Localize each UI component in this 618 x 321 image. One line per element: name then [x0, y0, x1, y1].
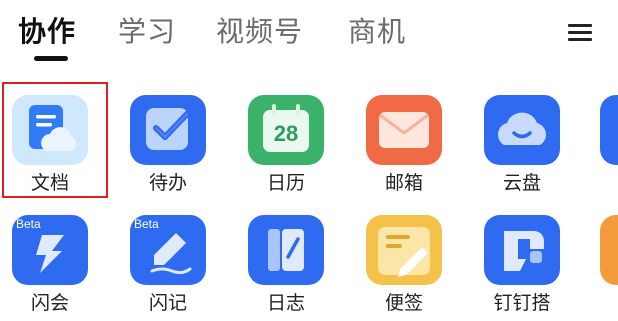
app-dingtalk-builder[interactable]: 钉钉搭 [472, 206, 572, 314]
app-label: 待办 [148, 172, 187, 194]
app-sticky-note[interactable]: 便签 [354, 206, 454, 314]
app-label: 文档 [30, 172, 69, 194]
document-icon [12, 95, 88, 165]
app-label: 邮箱 [384, 172, 423, 194]
app-label: 闪会 [30, 292, 69, 314]
sticky-note-icon [366, 215, 442, 285]
app-flash-note[interactable]: Beta 闪记 [118, 206, 218, 314]
app-flash-meeting[interactable]: Beta 闪会 [0, 206, 100, 314]
app-calendar[interactable]: 28 日历 [236, 86, 336, 194]
flash-meeting-icon: Beta [12, 215, 88, 285]
app-label: 闪记 [148, 292, 187, 314]
tab-business[interactable]: 商机 [348, 14, 406, 50]
app-label: 钉钉搭 [493, 292, 551, 314]
app-label: 便签 [384, 292, 423, 314]
app-mail[interactable]: 邮箱 [354, 86, 454, 194]
app-label: 云盘 [502, 172, 541, 194]
hamburger-menu-icon[interactable] [566, 20, 594, 44]
app-cloud-drive[interactable]: 云盘 [472, 86, 572, 194]
active-tab-indicator [34, 56, 68, 61]
tab-learning[interactable]: 学习 [118, 14, 176, 50]
mail-icon [366, 95, 442, 165]
partial-app-icon[interactable] [600, 95, 618, 165]
top-tab-bar: 协作 学习 视频号 商机 [0, 0, 618, 64]
beta-badge: Beta [16, 217, 41, 231]
dingtalk-builder-icon [484, 215, 560, 285]
calendar-icon: 28 [248, 95, 324, 165]
tab-collaboration[interactable]: 协作 [18, 14, 76, 50]
todo-check-icon [130, 95, 206, 165]
tab-video-channel[interactable]: 视频号 [216, 14, 303, 50]
cloud-drive-icon [484, 95, 560, 165]
calendar-day: 28 [273, 121, 299, 146]
app-label: 日历 [266, 172, 305, 194]
log-journal-icon [248, 215, 324, 285]
app-label: 日志 [266, 292, 305, 314]
beta-badge: Beta [134, 217, 159, 231]
partial-app-icon[interactable] [600, 215, 618, 285]
app-log[interactable]: 日志 [236, 206, 336, 314]
app-docs[interactable]: 文档 [0, 86, 100, 194]
app-todo[interactable]: 待办 [118, 86, 218, 194]
flash-note-icon: Beta [130, 215, 206, 285]
